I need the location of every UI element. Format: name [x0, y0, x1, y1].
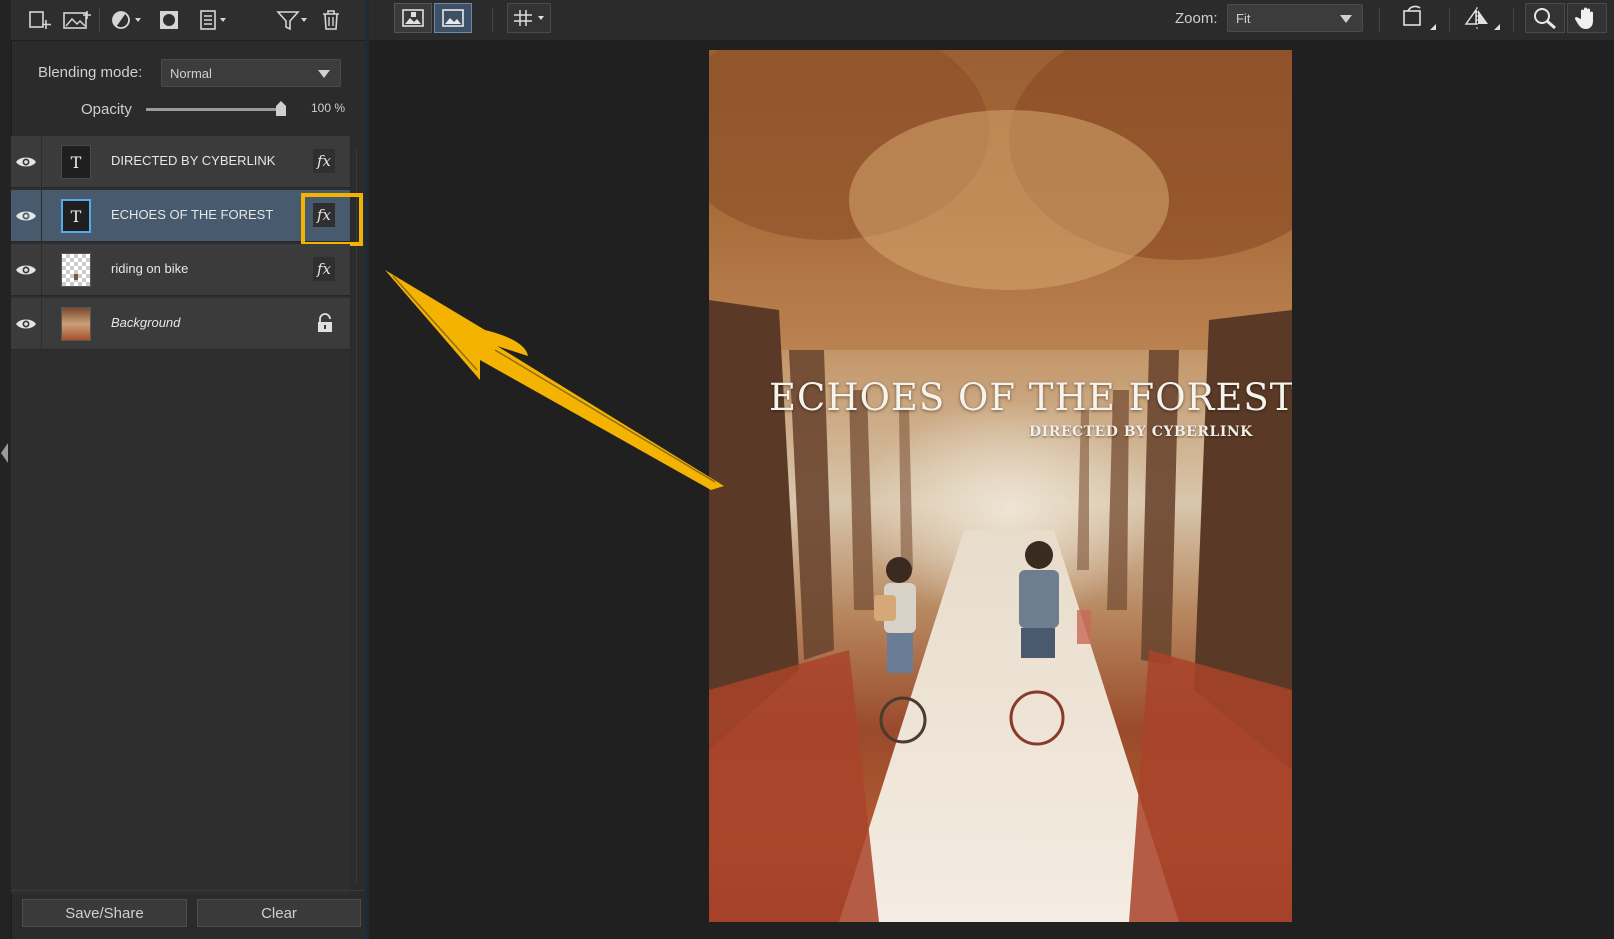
layers-scrollbar[interactable]: [356, 148, 363, 883]
text-layer-thumbnail: T: [61, 145, 91, 179]
add-image-layer-icon[interactable]: [61, 6, 93, 34]
opacity-slider-handle[interactable]: [276, 101, 286, 116]
layer-row-directed[interactable]: T DIRECTED BY CYBERLINK fx: [11, 136, 350, 188]
collapse-arrow-icon[interactable]: [1, 443, 9, 463]
layer-row-riding[interactable]: riding on bike fx: [11, 244, 350, 296]
flip-icon[interactable]: [1457, 3, 1503, 33]
background-thumbnail: [61, 307, 91, 341]
fx-button[interactable]: fx: [313, 257, 335, 281]
layer-name: DIRECTED BY CYBERLINK: [111, 153, 276, 168]
save-share-button[interactable]: Save/Share: [22, 899, 187, 927]
eye-icon[interactable]: [11, 244, 41, 296]
zoom-icon[interactable]: [1525, 3, 1565, 33]
zoom-label: Zoom:: [1175, 10, 1218, 27]
blending-mode-label: Blending mode:: [38, 64, 143, 81]
layer-name: riding on bike: [111, 261, 189, 276]
chevron-down-icon: [318, 70, 330, 78]
image-layer-thumbnail: [61, 253, 91, 287]
mask-icon[interactable]: [155, 6, 183, 34]
layers-toolbar: [11, 0, 369, 41]
blending-mode-value: Normal: [170, 65, 212, 81]
layer-name: Background: [111, 315, 181, 330]
chevron-down-icon: [1340, 15, 1352, 23]
fx-highlight-box: [301, 193, 363, 246]
blending-mode-dropdown[interactable]: Normal: [161, 59, 341, 87]
opacity-value: 100 %: [311, 101, 346, 115]
poster-artwork: [709, 50, 1292, 922]
text-layer-thumbnail: T: [61, 199, 91, 233]
grid-icon[interactable]: [507, 3, 551, 33]
layer-name: ECHOES OF THE FOREST: [111, 207, 274, 222]
zoom-value: Fit: [1236, 10, 1251, 26]
eye-icon[interactable]: [11, 136, 41, 188]
opacity-slider-track[interactable]: [146, 108, 286, 111]
new-layer-icon[interactable]: [25, 6, 55, 34]
filter-icon[interactable]: [275, 6, 311, 34]
text-layer-glyph: T: [70, 206, 82, 226]
layer-row-echoes[interactable]: T ECHOES OF THE FOREST fx: [11, 190, 350, 242]
poster-canvas[interactable]: ECHOES OF THE FOREST DIRECTED BY CYBERLI…: [709, 50, 1292, 922]
zoom-dropdown[interactable]: Fit: [1227, 4, 1363, 32]
poster-subtitle: DIRECTED BY CYBERLINK: [1029, 424, 1253, 440]
main-toolbar: Zoom: Fit: [369, 0, 1614, 41]
rotate-icon[interactable]: [1393, 3, 1439, 33]
layer-row-background[interactable]: Background: [11, 298, 350, 350]
trash-icon[interactable]: [317, 6, 345, 34]
hand-icon[interactable]: [1567, 3, 1607, 33]
text-layer-glyph: T: [70, 152, 82, 172]
lock-icon: [315, 312, 335, 334]
poster-title: ECHOES OF THE FOREST: [769, 376, 1292, 419]
annotation-arrow-icon: [385, 270, 724, 490]
fx-button[interactable]: fx: [313, 149, 335, 173]
eye-icon[interactable]: [11, 190, 41, 242]
adjustment-icon[interactable]: [107, 6, 147, 34]
opacity-label: Opacity: [81, 101, 132, 118]
view-result-icon[interactable]: [434, 3, 472, 33]
eye-icon[interactable]: [11, 298, 41, 350]
view-original-icon[interactable]: [394, 3, 432, 33]
clear-button[interactable]: Clear: [197, 899, 361, 927]
layer-menu-icon[interactable]: [197, 6, 233, 34]
